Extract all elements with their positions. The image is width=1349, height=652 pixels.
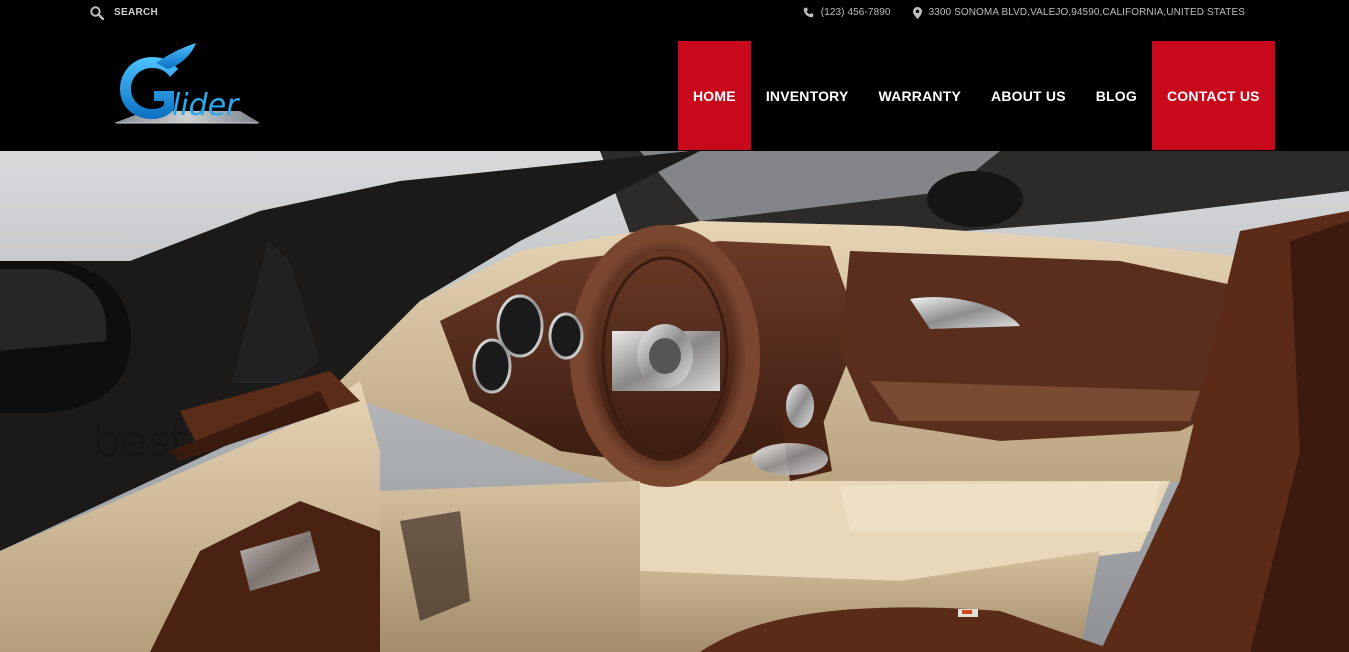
address-text: 3300 SONOMA BLVD,VALEJO,94590,CALIFORNIA… <box>928 7 1245 18</box>
main-navigation: HOME INVENTORY WARRANTY ABOUT US BLOG CO… <box>678 41 1275 150</box>
glider-logo-image: lider <box>114 43 260 124</box>
watermark-text: best <box>92 416 187 467</box>
address-info: 3300 SONOMA BLVD,VALEJO,94590,CALIFORNIA… <box>912 6 1245 19</box>
map-marker-icon <box>912 6 922 19</box>
search-trigger[interactable]: SEARCH <box>90 4 158 21</box>
search-label: SEARCH <box>114 7 159 18</box>
svg-text:lider: lider <box>172 88 240 123</box>
phone-icon <box>803 7 814 18</box>
car-interior-image: best <box>0 151 1349 652</box>
top-utility-bar: SEARCH (123) 456-7890 3300 SONOMA BLVD,V… <box>0 0 1349 25</box>
hero-banner: best <box>0 151 1349 652</box>
phone-info: (123) 456-7890 <box>803 7 891 18</box>
nav-item-about-us[interactable]: ABOUT US <box>976 41 1081 150</box>
site-header: lider HOME INVENTORY WARRANTY ABOUT US B… <box>0 25 1349 151</box>
nav-item-inventory[interactable]: INVENTORY <box>751 41 864 150</box>
search-icon <box>90 5 104 20</box>
phone-number: (123) 456-7890 <box>820 7 891 18</box>
contact-info: (123) 456-7890 3300 SONOMA BLVD,VALEJO,9… <box>803 4 1245 21</box>
nav-item-home[interactable]: HOME <box>678 41 751 150</box>
site-logo[interactable]: lider <box>112 41 262 131</box>
nav-item-blog[interactable]: BLOG <box>1081 41 1152 150</box>
nav-item-contact-us[interactable]: CONTACT US <box>1151 41 1275 150</box>
nav-item-warranty[interactable]: WARRANTY <box>864 41 976 150</box>
